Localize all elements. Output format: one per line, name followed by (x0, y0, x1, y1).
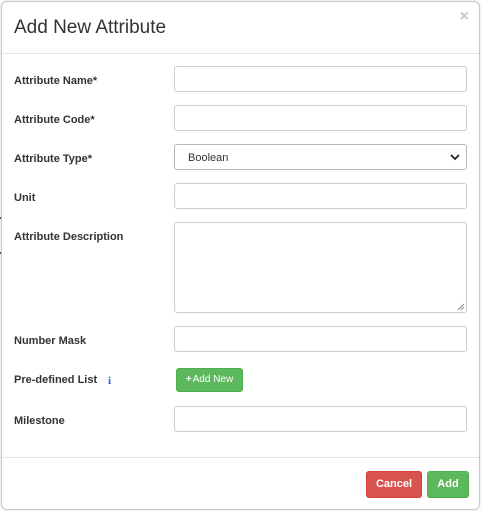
attribute-type-select[interactable]: Boolean (174, 144, 467, 170)
attribute-description-textarea[interactable] (174, 222, 467, 313)
number-mask-label: Number Mask (14, 335, 87, 347)
attribute-type-label: Attribute Type* (14, 153, 93, 165)
attribute-code-label: Attribute Code* (14, 114, 95, 126)
attribute-name-input[interactable] (174, 66, 467, 92)
modal-title: Add New Attribute (14, 17, 167, 38)
add-attribute-modal: Add New Attribute × Attribute Name* Attr… (1, 1, 480, 510)
add-new-label: Add New (192, 374, 234, 385)
modal-header: Add New Attribute × (2, 2, 479, 54)
milestone-input[interactable] (174, 406, 467, 432)
unit-label: Unit (14, 192, 36, 204)
cancel-button[interactable]: Cancel (366, 471, 422, 498)
footer-divider (2, 457, 479, 458)
close-icon[interactable]: × (460, 9, 469, 25)
add-button[interactable]: Add (427, 471, 469, 498)
number-mask-input[interactable] (174, 326, 467, 352)
plus-icon: + (185, 374, 192, 385)
attribute-type-selected-value: Boolean (188, 152, 229, 164)
predefined-list-label: Pre-defined List (14, 374, 98, 386)
attribute-description-wrapper (174, 222, 467, 313)
milestone-label: Milestone (14, 415, 65, 427)
add-new-list-button[interactable]: +Add New (176, 368, 243, 392)
chevron-down-icon (450, 154, 460, 161)
attribute-name-label: Attribute Name* (14, 75, 98, 87)
info-icon[interactable]: i (108, 375, 111, 387)
attribute-description-label: Attribute Description (14, 231, 124, 243)
attribute-code-input[interactable] (174, 105, 467, 131)
resize-handle-icon[interactable] (457, 303, 465, 311)
unit-input[interactable] (174, 183, 467, 209)
